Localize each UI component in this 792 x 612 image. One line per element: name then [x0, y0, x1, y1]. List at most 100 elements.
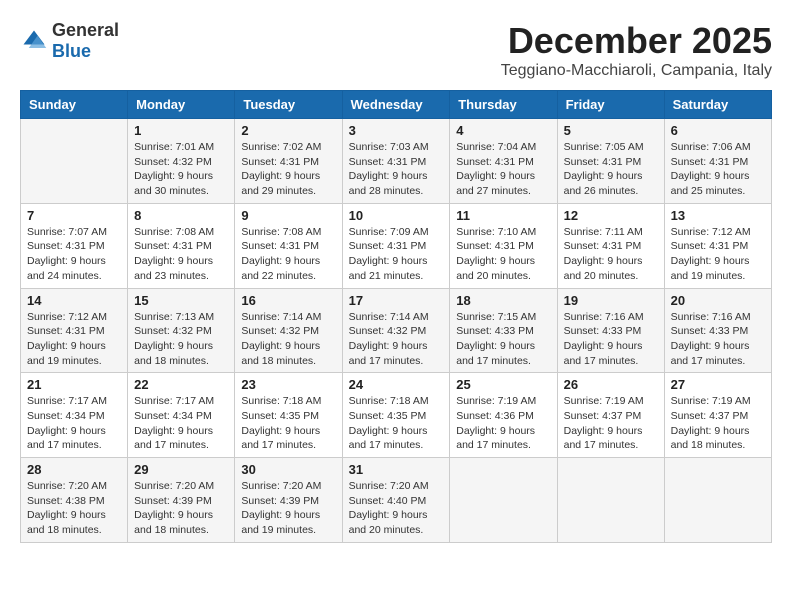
weekday-header-sunday: Sunday	[21, 91, 128, 119]
weekday-header-friday: Friday	[557, 91, 664, 119]
day-number: 23	[241, 377, 335, 392]
day-number: 24	[349, 377, 444, 392]
day-number: 5	[564, 123, 658, 138]
location-title: Teggiano-Macchiaroli, Campania, Italy	[501, 62, 772, 80]
calendar-day-28: 28 Sunrise: 7:20 AM Sunset: 4:38 PM Dayli…	[21, 458, 128, 543]
day-info: Sunrise: 7:04 AM Sunset: 4:31 PM Dayligh…	[456, 140, 550, 199]
empty-day-cell	[557, 458, 664, 543]
calendar-week-row: 28 Sunrise: 7:20 AM Sunset: 4:38 PM Dayli…	[21, 458, 772, 543]
day-number: 10	[349, 208, 444, 223]
calendar-week-row: 1 Sunrise: 7:01 AM Sunset: 4:32 PM Daylig…	[21, 119, 772, 204]
day-info: Sunrise: 7:19 AM Sunset: 4:36 PM Dayligh…	[456, 394, 550, 453]
day-info: Sunrise: 7:12 AM Sunset: 4:31 PM Dayligh…	[27, 310, 121, 369]
day-number: 29	[134, 462, 228, 477]
day-number: 2	[241, 123, 335, 138]
logo-text: General Blue	[52, 20, 119, 62]
calendar-day-10: 10 Sunrise: 7:09 AM Sunset: 4:31 PM Dayli…	[342, 203, 450, 288]
day-number: 31	[349, 462, 444, 477]
day-info: Sunrise: 7:18 AM Sunset: 4:35 PM Dayligh…	[349, 394, 444, 453]
day-info: Sunrise: 7:11 AM Sunset: 4:31 PM Dayligh…	[564, 225, 658, 284]
calendar-day-21: 21 Sunrise: 7:17 AM Sunset: 4:34 PM Dayli…	[21, 373, 128, 458]
title-area: December 2025 Teggiano-Macchiaroli, Camp…	[501, 20, 772, 80]
calendar-week-row: 21 Sunrise: 7:17 AM Sunset: 4:34 PM Dayli…	[21, 373, 772, 458]
calendar-day-14: 14 Sunrise: 7:12 AM Sunset: 4:31 PM Dayli…	[21, 288, 128, 373]
day-info: Sunrise: 7:07 AM Sunset: 4:31 PM Dayligh…	[27, 225, 121, 284]
day-info: Sunrise: 7:20 AM Sunset: 4:39 PM Dayligh…	[134, 479, 228, 538]
logo-icon	[20, 27, 48, 55]
calendar-day-12: 12 Sunrise: 7:11 AM Sunset: 4:31 PM Dayli…	[557, 203, 664, 288]
calendar-day-23: 23 Sunrise: 7:18 AM Sunset: 4:35 PM Dayli…	[235, 373, 342, 458]
calendar-day-30: 30 Sunrise: 7:20 AM Sunset: 4:39 PM Dayli…	[235, 458, 342, 543]
empty-day-cell	[450, 458, 557, 543]
day-number: 25	[456, 377, 550, 392]
day-info: Sunrise: 7:05 AM Sunset: 4:31 PM Dayligh…	[564, 140, 658, 199]
day-info: Sunrise: 7:16 AM Sunset: 4:33 PM Dayligh…	[671, 310, 765, 369]
day-number: 20	[671, 293, 765, 308]
calendar-day-7: 7 Sunrise: 7:07 AM Sunset: 4:31 PM Daylig…	[21, 203, 128, 288]
day-info: Sunrise: 7:19 AM Sunset: 4:37 PM Dayligh…	[564, 394, 658, 453]
day-info: Sunrise: 7:12 AM Sunset: 4:31 PM Dayligh…	[671, 225, 765, 284]
calendar-day-26: 26 Sunrise: 7:19 AM Sunset: 4:37 PM Dayli…	[557, 373, 664, 458]
calendar-day-4: 4Sunrise: 7:04 AM Sunset: 4:31 PM Daylig…	[450, 119, 557, 204]
day-info: Sunrise: 7:20 AM Sunset: 4:39 PM Dayligh…	[241, 479, 335, 538]
day-info: Sunrise: 7:20 AM Sunset: 4:38 PM Dayligh…	[27, 479, 121, 538]
calendar-day-29: 29 Sunrise: 7:20 AM Sunset: 4:39 PM Dayli…	[128, 458, 235, 543]
day-number: 16	[241, 293, 335, 308]
day-info: Sunrise: 7:16 AM Sunset: 4:33 PM Dayligh…	[564, 310, 658, 369]
day-info: Sunrise: 7:17 AM Sunset: 4:34 PM Dayligh…	[134, 394, 228, 453]
calendar-day-16: 16 Sunrise: 7:14 AM Sunset: 4:32 PM Dayli…	[235, 288, 342, 373]
day-info: Sunrise: 7:02 AM Sunset: 4:31 PM Dayligh…	[241, 140, 335, 199]
day-number: 7	[27, 208, 121, 223]
day-number: 11	[456, 208, 550, 223]
month-title: December 2025	[501, 20, 772, 62]
weekday-header-tuesday: Tuesday	[235, 91, 342, 119]
calendar-day-8: 8Sunrise: 7:08 AM Sunset: 4:31 PM Daylig…	[128, 203, 235, 288]
day-number: 1	[134, 123, 228, 138]
day-number: 17	[349, 293, 444, 308]
day-info: Sunrise: 7:09 AM Sunset: 4:31 PM Dayligh…	[349, 225, 444, 284]
day-info: Sunrise: 7:01 AM Sunset: 4:32 PM Dayligh…	[134, 140, 228, 199]
calendar-week-row: 14 Sunrise: 7:12 AM Sunset: 4:31 PM Dayli…	[21, 288, 772, 373]
calendar-day-15: 15Sunrise: 7:13 AM Sunset: 4:32 PM Dayli…	[128, 288, 235, 373]
day-number: 14	[27, 293, 121, 308]
day-number: 12	[564, 208, 658, 223]
day-number: 28	[27, 462, 121, 477]
weekday-header-monday: Monday	[128, 91, 235, 119]
calendar-day-24: 24 Sunrise: 7:18 AM Sunset: 4:35 PM Dayli…	[342, 373, 450, 458]
day-number: 6	[671, 123, 765, 138]
day-number: 21	[27, 377, 121, 392]
day-info: Sunrise: 7:14 AM Sunset: 4:32 PM Dayligh…	[349, 310, 444, 369]
day-number: 18	[456, 293, 550, 308]
calendar-day-11: 11Sunrise: 7:10 AM Sunset: 4:31 PM Dayli…	[450, 203, 557, 288]
day-number: 26	[564, 377, 658, 392]
day-number: 8	[134, 208, 228, 223]
day-number: 13	[671, 208, 765, 223]
day-number: 3	[349, 123, 444, 138]
calendar-table: SundayMondayTuesdayWednesdayThursdayFrid…	[20, 90, 772, 543]
empty-day-cell	[21, 119, 128, 204]
calendar-day-31: 31 Sunrise: 7:20 AM Sunset: 4:40 PM Dayli…	[342, 458, 450, 543]
day-info: Sunrise: 7:19 AM Sunset: 4:37 PM Dayligh…	[671, 394, 765, 453]
day-info: Sunrise: 7:20 AM Sunset: 4:40 PM Dayligh…	[349, 479, 444, 538]
calendar-day-17: 17 Sunrise: 7:14 AM Sunset: 4:32 PM Dayli…	[342, 288, 450, 373]
day-info: Sunrise: 7:18 AM Sunset: 4:35 PM Dayligh…	[241, 394, 335, 453]
calendar-day-3: 3 Sunrise: 7:03 AM Sunset: 4:31 PM Daylig…	[342, 119, 450, 204]
day-info: Sunrise: 7:03 AM Sunset: 4:31 PM Dayligh…	[349, 140, 444, 199]
calendar-day-19: 19 Sunrise: 7:16 AM Sunset: 4:33 PM Dayli…	[557, 288, 664, 373]
page-header: General Blue December 2025 Teggiano-Macc…	[20, 20, 772, 80]
day-info: Sunrise: 7:08 AM Sunset: 4:31 PM Dayligh…	[241, 225, 335, 284]
day-info: Sunrise: 7:14 AM Sunset: 4:32 PM Dayligh…	[241, 310, 335, 369]
weekday-header-wednesday: Wednesday	[342, 91, 450, 119]
calendar-day-22: 22Sunrise: 7:17 AM Sunset: 4:34 PM Dayli…	[128, 373, 235, 458]
calendar-day-2: 2 Sunrise: 7:02 AM Sunset: 4:31 PM Daylig…	[235, 119, 342, 204]
calendar-day-9: 9Sunrise: 7:08 AM Sunset: 4:31 PM Daylig…	[235, 203, 342, 288]
weekday-header-row: SundayMondayTuesdayWednesdayThursdayFrid…	[21, 91, 772, 119]
day-number: 30	[241, 462, 335, 477]
day-info: Sunrise: 7:17 AM Sunset: 4:34 PM Dayligh…	[27, 394, 121, 453]
day-info: Sunrise: 7:15 AM Sunset: 4:33 PM Dayligh…	[456, 310, 550, 369]
calendar-day-1: 1 Sunrise: 7:01 AM Sunset: 4:32 PM Daylig…	[128, 119, 235, 204]
day-number: 19	[564, 293, 658, 308]
calendar-day-5: 5 Sunrise: 7:05 AM Sunset: 4:31 PM Daylig…	[557, 119, 664, 204]
calendar-day-13: 13 Sunrise: 7:12 AM Sunset: 4:31 PM Dayli…	[664, 203, 771, 288]
weekday-header-thursday: Thursday	[450, 91, 557, 119]
